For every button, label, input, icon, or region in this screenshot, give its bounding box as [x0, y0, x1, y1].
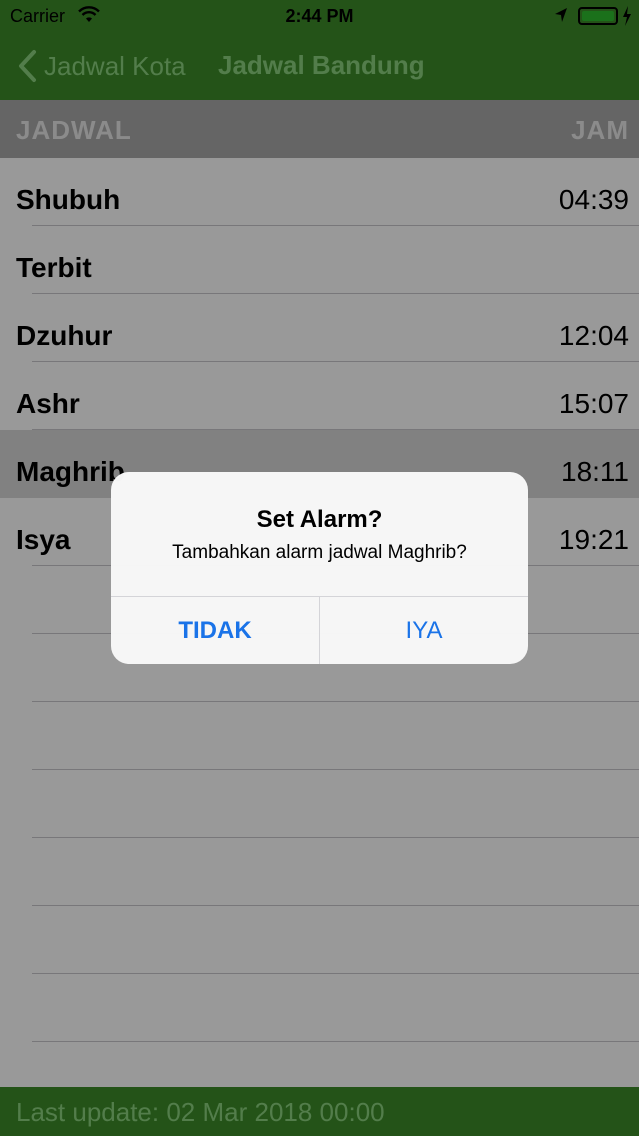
cancel-button[interactable]: TIDAK — [111, 597, 319, 664]
alert-message: Tambahkan alarm jadwal Maghrib? — [172, 542, 467, 563]
alert-dialog: Set Alarm? Tambahkan alarm jadwal Maghri… — [111, 472, 528, 664]
confirm-button[interactable]: IYA — [320, 597, 528, 664]
screen: Carrier 2:44 PM Jadwal Kota Jadwal Bandu… — [0, 0, 639, 1136]
alert-title: Set Alarm? — [256, 506, 383, 533]
